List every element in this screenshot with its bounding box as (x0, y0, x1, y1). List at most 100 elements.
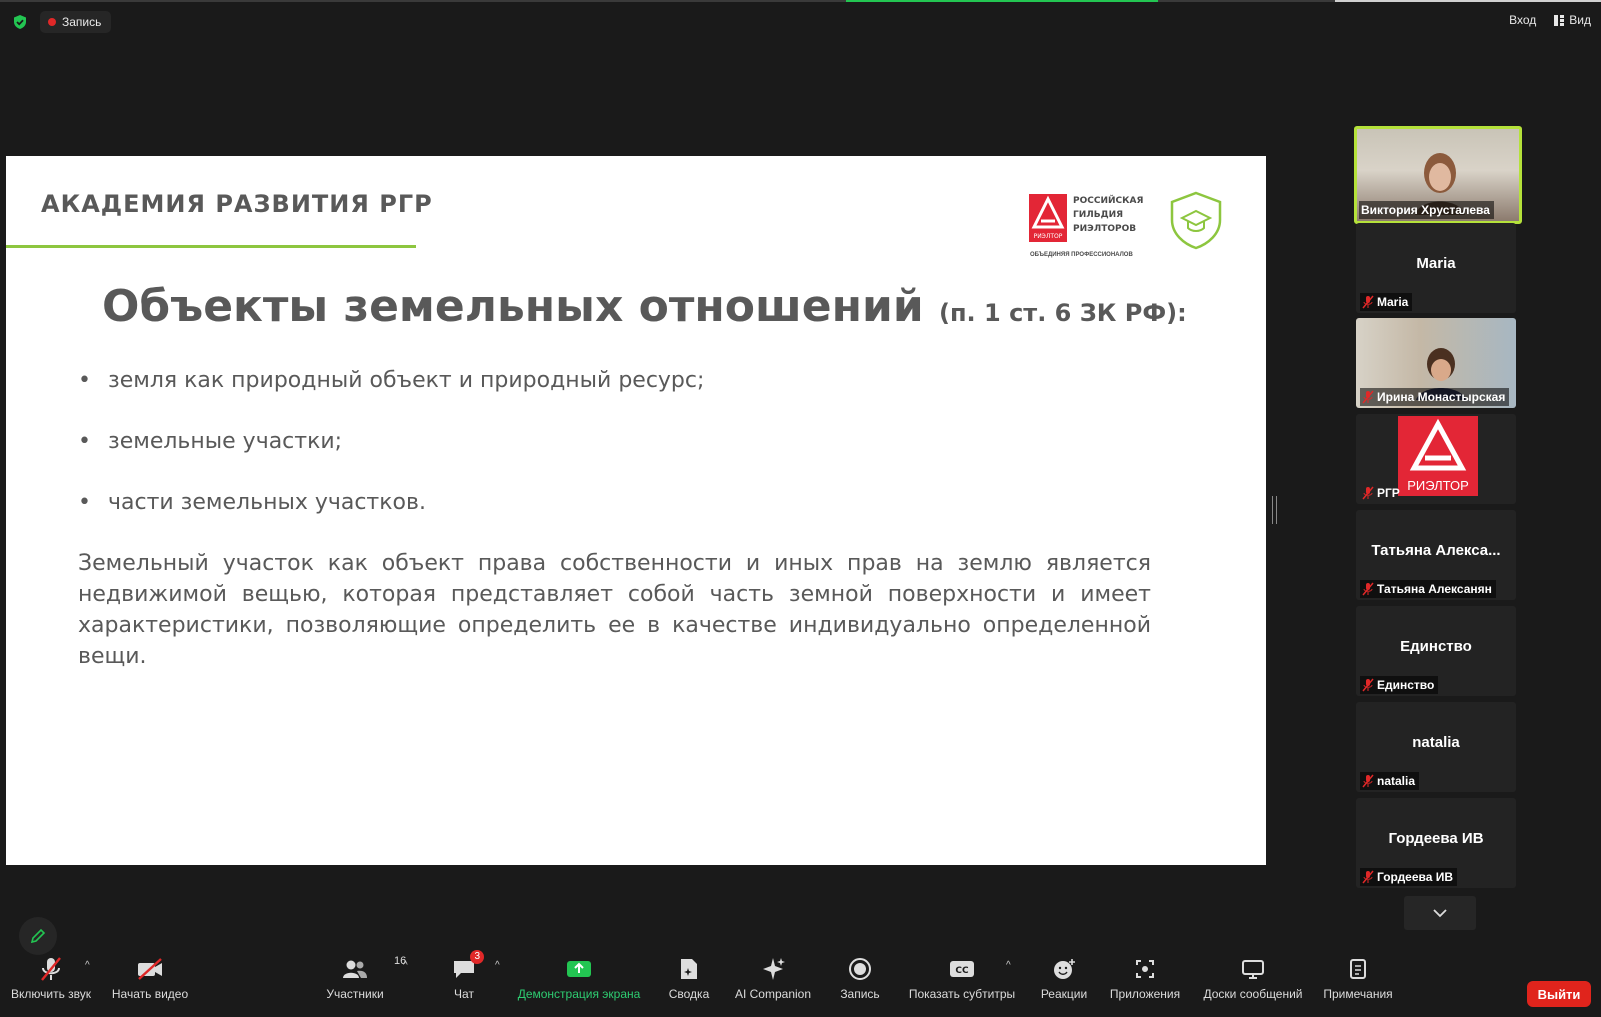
participant-center-name: Единство (1400, 638, 1472, 655)
pencil-icon (30, 928, 46, 944)
participant-tile-speaker[interactable]: Виктория Хрусталева (1354, 126, 1522, 224)
svg-text:РИЭЛТОР: РИЭЛТОР (1034, 233, 1063, 240)
notes-icon (1350, 959, 1366, 979)
participant-center-name: natalia (1412, 734, 1460, 751)
share-screen-button[interactable]: Демонстрация экрана (516, 952, 642, 1017)
mic-muted-icon (41, 957, 61, 981)
slide-title-reference: (п. 1 ст. 6 ЗК РФ): (938, 299, 1187, 327)
sparkle-icon (763, 958, 785, 980)
recording-dot-icon (48, 18, 56, 26)
ai-companion-button[interactable]: AI Companion (734, 952, 812, 1017)
participant-name-label: natalia (1360, 772, 1420, 790)
participant-tile[interactable]: Maria Maria (1356, 223, 1516, 313)
record-button[interactable]: Запись (838, 952, 882, 1017)
chat-button[interactable]: 3 Чат (448, 950, 484, 1017)
signin-button[interactable]: Вход (1509, 13, 1536, 27)
start-video-button[interactable]: Начать видео (108, 952, 192, 1017)
reactions-button[interactable]: Реакции (1040, 952, 1088, 1017)
participant-tile[interactable]: Гордеева ИВ Гордеева ИВ (1356, 798, 1516, 888)
apps-button[interactable]: Приложения (1108, 952, 1182, 1017)
apps-icon (1136, 960, 1154, 978)
rgr-logo-subtitle: ОБЪЕДИНЯЯ ПРОФЕССИОНАЛОВ (1030, 252, 1133, 258)
gallery-scroll-down-button[interactable] (1404, 896, 1476, 930)
view-grid-icon (1554, 14, 1565, 26)
chat-options-caret-icon[interactable]: ^ (495, 960, 500, 971)
participant-center-name: Татьяна Алекса... (1371, 542, 1501, 559)
mic-muted-icon (1362, 486, 1374, 500)
chevron-down-icon (1433, 909, 1447, 918)
rgr-logo-mark: РИЭЛТОР (1029, 194, 1067, 242)
meeting-toolbar: Включить звук ^ Начать видео 16 Участник… (0, 950, 1601, 1017)
panel-resize-handle[interactable] (1272, 496, 1277, 524)
security-shield-icon[interactable] (12, 14, 28, 30)
leave-button[interactable]: Выйти (1527, 981, 1591, 1007)
mic-muted-icon (1362, 678, 1374, 692)
mic-muted-icon (1362, 295, 1374, 309)
participant-tile[interactable]: Татьяна Алекса... Татьяна Алексанян (1356, 510, 1516, 600)
bullet-item: • земельные участки; (78, 429, 343, 454)
record-icon (849, 958, 871, 980)
bullet-dot-icon: • (78, 429, 91, 454)
share-screen-icon (567, 961, 591, 977)
bullet-list: • земля как природный объект и природный … (78, 368, 704, 551)
unmute-button[interactable]: Включить звук (8, 952, 94, 1017)
academy-shield-icon (1170, 191, 1222, 250)
slide-paragraph: Земельный участок как объект права собст… (78, 551, 1151, 669)
rgr-logo-line-3: РИЭЛТОРОВ (1073, 224, 1137, 234)
bullet-item: • земля как природный объект и природный … (78, 368, 705, 393)
participant-tile[interactable]: Единство Единство (1356, 606, 1516, 696)
recording-label: Запись (62, 15, 102, 29)
notes-button[interactable]: Примечания (1320, 952, 1396, 1017)
participants-icon (343, 960, 367, 978)
participant-name-label: Maria (1360, 293, 1413, 311)
captions-options-caret-icon[interactable]: ^ (1006, 960, 1011, 971)
participant-center-name: Maria (1416, 255, 1456, 272)
participant-name-label: Виктория Хрусталева (1359, 201, 1494, 219)
whiteboards-button[interactable]: Доски сообщений (1202, 952, 1304, 1017)
shared-screen-slide: АКАДЕМИЯ РАЗВИТИЯ РГР РИЭЛТОР РОССИЙСКАЯ… (6, 156, 1266, 865)
top-bar: Запись Вход Вид (0, 0, 1601, 44)
mic-muted-icon (1362, 774, 1374, 788)
participant-name-label: Татьяна Алексанян (1360, 580, 1496, 598)
rgr-avatar-logo: РИЭЛТОР (1398, 416, 1478, 496)
smiley-icon (1054, 959, 1075, 979)
participant-tile[interactable]: Ирина Монастырская (1356, 318, 1516, 408)
participant-center-name: Гордеева ИВ (1388, 830, 1484, 847)
participants-button[interactable]: 16 Участники (322, 952, 406, 1017)
slide-title: Объекты земельных отношений (п. 1 ст. 6 … (102, 281, 1187, 332)
bullet-dot-icon: • (78, 490, 91, 515)
participants-options-caret-icon[interactable]: ^ (403, 960, 408, 971)
participant-tile[interactable]: natalia natalia (1356, 702, 1516, 792)
view-label: Вид (1569, 13, 1591, 27)
cc-icon: CC (950, 961, 974, 977)
rgr-avatar-text: РИЭЛТОР (1407, 478, 1469, 493)
rgr-logo: РИЭЛТОР РОССИЙСКАЯ ГИЛЬДИЯ РИЭЛТОРОВ (1029, 194, 1143, 242)
mic-muted-icon (1362, 582, 1374, 596)
participant-name-label: Ирина Монастырская (1360, 388, 1510, 406)
participant-name-label: Единство (1360, 676, 1439, 694)
chat-unread-badge: 3 (470, 950, 484, 964)
participant-tile[interactable]: РИЭЛТОР РГР (1356, 414, 1516, 504)
bullet-dot-icon: • (78, 368, 91, 393)
academy-title: АКАДЕМИЯ РАЗВИТИЯ РГР (41, 190, 433, 218)
whiteboard-icon (1242, 960, 1264, 979)
camera-off-icon (138, 958, 162, 980)
slide-title-main: Объекты земельных отношений (102, 281, 924, 332)
summary-icon (681, 959, 697, 979)
mic-muted-icon (1362, 870, 1374, 884)
participant-name-label: Гордеева ИВ (1360, 868, 1458, 886)
top-right-controls: Вход Вид (1509, 13, 1591, 27)
view-button[interactable]: Вид (1554, 13, 1591, 27)
audio-options-caret-icon[interactable]: ^ (85, 960, 90, 971)
mic-muted-icon (1362, 390, 1374, 404)
svg-text:CC: CC (955, 966, 969, 976)
bullet-item: • части земельных участков. (78, 490, 426, 515)
rgr-logo-line-2: ГИЛЬДИЯ (1073, 210, 1124, 220)
academy-underline (6, 245, 416, 248)
annotate-button[interactable] (19, 917, 57, 955)
rgr-logo-line-1: РОССИЙСКАЯ (1073, 196, 1144, 206)
captions-button[interactable]: CC Показать субтитры (908, 952, 1016, 1017)
summary-button[interactable]: Сводка (666, 952, 712, 1017)
recording-indicator[interactable]: Запись (40, 11, 112, 33)
participant-name-label: РГР (1360, 484, 1404, 502)
